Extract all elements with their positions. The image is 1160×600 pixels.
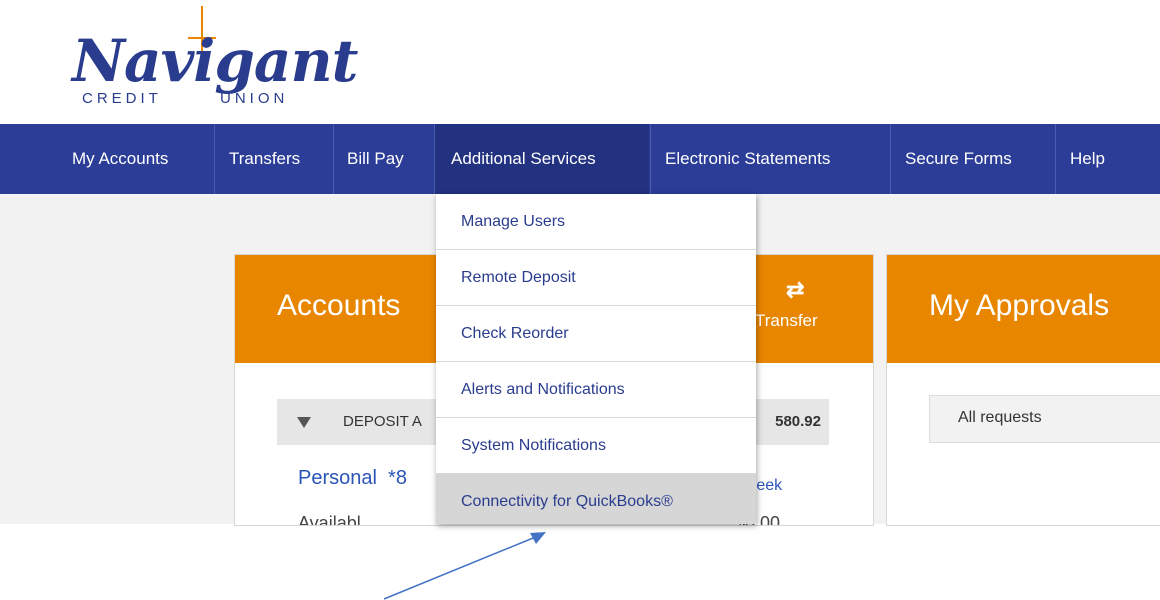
available-label: Availabl <box>298 513 361 526</box>
nav-additional-services[interactable]: Additional Services <box>435 124 649 194</box>
additional-services-dropdown: Manage Users Remote Deposit Check Reorde… <box>436 194 756 524</box>
menu-item-manage-users[interactable]: Manage Users <box>436 194 756 250</box>
collapse-triangle-icon[interactable] <box>297 417 311 428</box>
transfer-button[interactable]: Transfer <box>755 311 818 331</box>
nav-electronic-statements[interactable]: Electronic Statements <box>665 124 830 194</box>
logo-credit: CREDIT <box>82 90 162 107</box>
menu-item-alerts-notifications[interactable]: Alerts and Notifications <box>436 362 756 418</box>
main-navigation: My Accounts Transfers Bill Pay Additiona… <box>0 124 1160 194</box>
deposit-accounts-total: 580.92 <box>775 413 821 430</box>
approvals-filter[interactable]: All requests <box>929 395 1160 443</box>
nav-divider <box>214 124 215 194</box>
deposit-accounts-label: DEPOSIT A <box>343 413 422 430</box>
nav-divider <box>650 124 651 194</box>
nav-divider <box>1055 124 1056 194</box>
account-name-link[interactable]: Personal *8 <box>298 467 407 490</box>
nav-secure-forms[interactable]: Secure Forms <box>905 124 1012 194</box>
approvals-filter-label: All requests <box>958 409 1042 426</box>
approvals-panel: My Approvals All requests <box>886 254 1160 526</box>
accounts-title: Accounts <box>277 289 401 322</box>
nav-help[interactable]: Help <box>1070 124 1105 194</box>
logo-union: UNION <box>220 90 289 107</box>
logo-wordmark: Navigant <box>72 27 358 95</box>
approvals-panel-header: My Approvals <box>887 255 1160 363</box>
menu-item-quickbooks-connectivity[interactable]: Connectivity for QuickBooks® <box>436 474 756 524</box>
transfer-icon[interactable]: ⇄ <box>786 277 804 303</box>
navigant-logo[interactable]: Navigant CREDIT UNION <box>72 6 362 118</box>
menu-item-system-notifications[interactable]: System Notifications <box>436 418 756 474</box>
nav-my-accounts[interactable]: My Accounts <box>72 124 168 194</box>
nav-divider <box>890 124 891 194</box>
menu-item-remote-deposit[interactable]: Remote Deposit <box>436 250 756 306</box>
menu-item-check-reorder[interactable]: Check Reorder <box>436 306 756 362</box>
nav-divider <box>333 124 334 194</box>
approvals-title: My Approvals <box>929 289 1110 322</box>
nav-transfers[interactable]: Transfers <box>229 124 300 194</box>
nav-bill-pay[interactable]: Bill Pay <box>347 124 404 194</box>
